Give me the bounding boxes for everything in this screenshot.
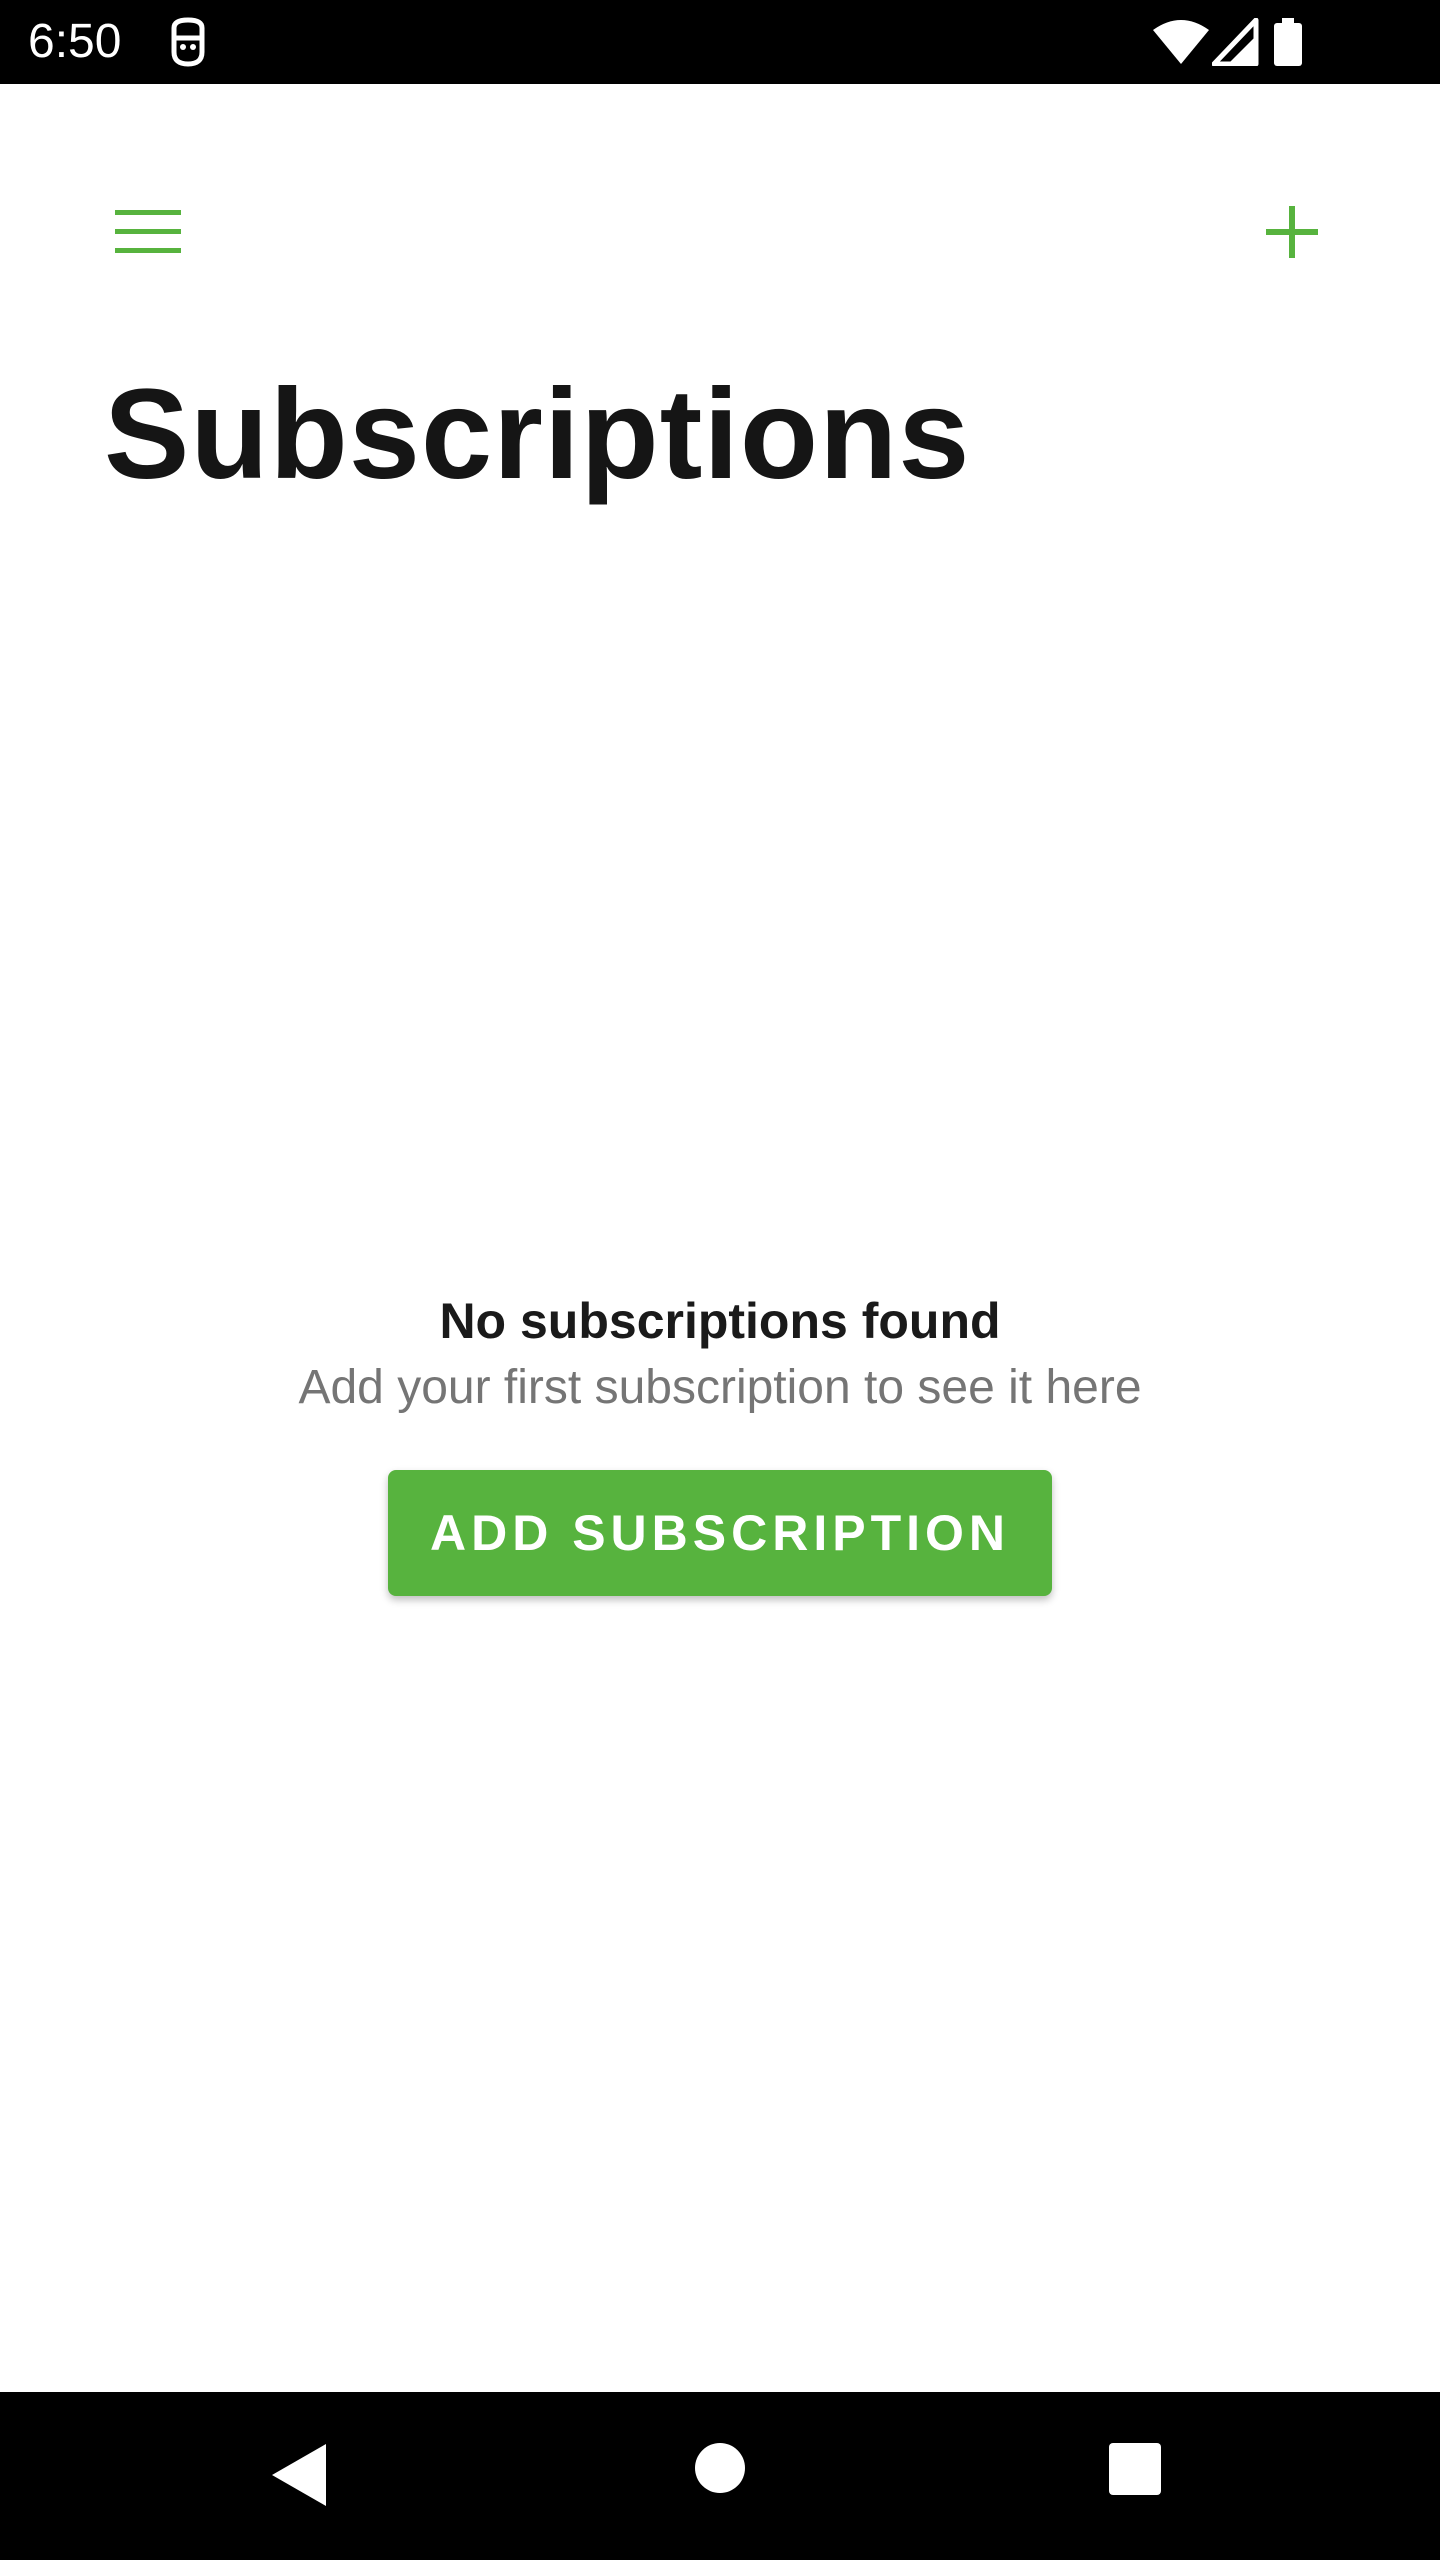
back-triangle-icon[interactable] bbox=[270, 2442, 330, 2508]
status-bar: 6:50 bbox=[0, 0, 1440, 84]
home-circle-icon[interactable] bbox=[694, 2442, 746, 2494]
empty-state: No subscriptions found Add your first su… bbox=[0, 1290, 1440, 1418]
add-button[interactable] bbox=[1240, 180, 1344, 284]
navigation-bar bbox=[0, 2392, 1440, 2560]
status-icons bbox=[1104, 18, 1344, 66]
subscription-app-icon bbox=[171, 17, 205, 67]
status-time: 6:50 bbox=[28, 15, 122, 68]
battery-icon bbox=[1274, 18, 1302, 66]
recents-square-icon[interactable] bbox=[1108, 2442, 1162, 2496]
plus-icon bbox=[1266, 206, 1318, 258]
wifi-icon bbox=[1153, 20, 1209, 64]
page-title: Subscriptions bbox=[104, 363, 971, 506]
empty-state-title: No subscriptions found bbox=[439, 1293, 1001, 1349]
cell-signal-icon bbox=[1212, 18, 1259, 66]
hamburger-menu-icon bbox=[115, 210, 181, 253]
app-screen: 6:50 Subscriptions No subscriptions foun… bbox=[0, 0, 1440, 2560]
add-subscription-button[interactable]: ADD SUBSCRIPTION bbox=[388, 1470, 1052, 1596]
menu-button[interactable] bbox=[96, 180, 200, 284]
empty-state-subtitle: Add your first subscription to see it he… bbox=[298, 1361, 1142, 1414]
